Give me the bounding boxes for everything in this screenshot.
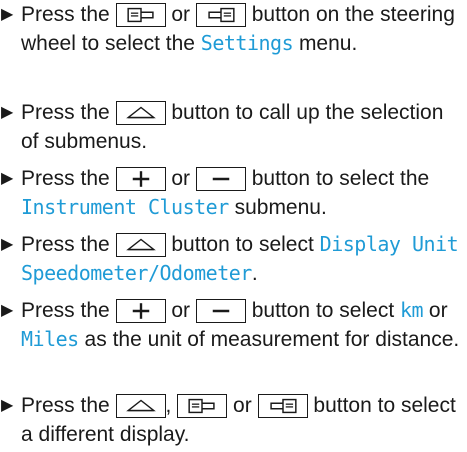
display-menu-label: Settings — [200, 31, 294, 55]
instruction-step: ▶ Press the or button on the steering whe… — [0, 0, 460, 58]
display-menu-label: Miles — [21, 327, 79, 351]
instruction-step: ▶ Press the button to select Display Unit… — [0, 230, 460, 288]
step-text: Press the , or button to select a differ… — [21, 391, 460, 449]
instruction-step: ▶ Press the or button to select the Instr… — [0, 164, 460, 222]
step-bullet-icon: ▶ — [1, 302, 14, 319]
display-menu-label: km — [400, 298, 424, 322]
step-text-run: button to select — [245, 299, 400, 322]
plus-icon — [115, 299, 166, 323]
step-bullet-icon: ▶ — [1, 236, 14, 253]
step-text-run: or — [165, 167, 196, 190]
step-text-run: . — [251, 262, 258, 285]
up-arrow-icon — [115, 394, 166, 418]
instruction-step: ▶ Press the button to call up the selecti… — [0, 98, 460, 156]
step-text-run: Press the — [21, 101, 116, 124]
step-text-run: menu. — [293, 32, 358, 55]
step-text-run: Press the — [21, 299, 116, 322]
step-bullet-icon: ▶ — [1, 104, 14, 121]
page-forward-icon — [257, 394, 308, 418]
page-forward-icon — [195, 3, 246, 27]
instruction-step: ▶ Press the or button to select km or Mil… — [0, 296, 460, 354]
minus-icon — [195, 167, 246, 191]
step-text: Press the or button to select km or Mile… — [21, 296, 460, 354]
display-menu-label: Instrument Cluster — [21, 195, 229, 219]
up-arrow-icon — [115, 101, 166, 125]
step-text-run: submenu. — [228, 196, 327, 219]
step-text: Press the button to select Display Unit … — [21, 230, 460, 288]
step-text-run: , — [165, 394, 178, 417]
minus-icon — [195, 299, 246, 323]
plus-icon — [115, 167, 166, 191]
step-text: Press the button to call up the selectio… — [21, 98, 460, 156]
page-back-icon — [177, 394, 228, 418]
step-bullet-icon: ▶ — [1, 397, 14, 414]
step-text-run: as the unit of measurement for distance. — [78, 328, 460, 351]
step-text-run: or — [227, 394, 258, 417]
instruction-step: ▶ Press the , or button to select a diffe… — [0, 391, 460, 449]
step-bullet-icon: ▶ — [1, 6, 14, 23]
step-text-run: Press the — [21, 3, 116, 26]
step-text: Press the or button to select the Instru… — [21, 164, 460, 222]
step-text: Press the or button on the steering whee… — [21, 0, 460, 58]
page-back-icon — [115, 3, 166, 27]
instruction-page: ▶ Press the or button on the steering whe… — [0, 0, 467, 452]
step-text-run: or — [165, 3, 196, 26]
step-text-run: Press the — [21, 233, 116, 256]
step-text-run: Press the — [21, 394, 116, 417]
step-text-run: or — [165, 299, 196, 322]
step-bullet-icon: ▶ — [1, 170, 14, 187]
step-text-run: button to select the — [245, 167, 430, 190]
step-text-run: Press the — [21, 167, 116, 190]
step-text-run: button to select — [165, 233, 320, 256]
step-text-run: or — [423, 299, 448, 322]
up-arrow-icon — [115, 233, 166, 257]
